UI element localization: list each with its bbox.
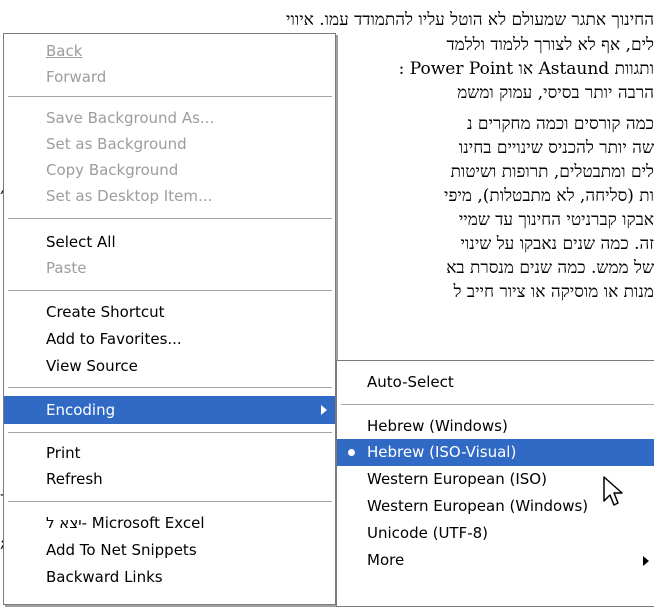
menu-label: Print xyxy=(46,444,81,462)
menu-item-copy-background[interactable]: Copy Background xyxy=(4,156,335,184)
submenu-item-auto-select[interactable]: Auto-Select xyxy=(337,369,654,396)
menu-label: Back xyxy=(46,42,83,60)
mouse-pointer-icon xyxy=(603,476,623,506)
menu-item-encoding[interactable]: Encoding xyxy=(4,396,335,424)
menu-label: Forward xyxy=(46,68,107,86)
menu-label: Set as Background xyxy=(46,135,187,153)
menu-separator xyxy=(8,96,332,97)
menu-label: Add To Net Snippets xyxy=(46,541,197,559)
menu-item-add-to-net-snippets[interactable]: Add To Net Snippets xyxy=(4,536,335,564)
menu-label: Backward Links xyxy=(46,568,163,586)
page-text-line: לים ומתבטלים, תרופות ושיטות xyxy=(450,162,654,182)
selected-bullet-icon xyxy=(348,449,355,456)
menu-separator xyxy=(8,290,332,291)
submenu-item-hebrew-windows[interactable]: Hebrew (Windows) xyxy=(337,413,654,440)
menu-label: Select All xyxy=(46,233,116,251)
context-menu: Back Forward Save Background As... Set a… xyxy=(3,33,336,605)
submenu-label: Western European (ISO) xyxy=(367,470,547,488)
menu-label: Create Shortcut xyxy=(46,303,165,321)
submenu-label: Hebrew (ISO-Visual) xyxy=(367,443,517,461)
menu-item-set-desktop-item[interactable]: Set as Desktop Item... xyxy=(4,182,335,210)
page-text-line: ותגוות Astaund או Power Point : xyxy=(398,59,654,79)
menu-label: Copy Background xyxy=(46,161,179,179)
page-text-line: אבקו קברניטי החינוך עד שמיי xyxy=(458,210,654,230)
menu-item-print[interactable]: Print xyxy=(4,439,335,467)
page-text-line: ות (סליחה, לא מתבטלות), מיפי xyxy=(444,186,654,206)
menu-label: Save Background As... xyxy=(46,109,215,127)
menu-separator xyxy=(8,501,332,502)
menu-item-set-background[interactable]: Set as Background xyxy=(4,130,335,158)
submenu-label: Western European (Windows) xyxy=(367,497,589,515)
submenu-label: Hebrew (Windows) xyxy=(367,417,508,435)
menu-label: Refresh xyxy=(46,470,103,488)
menu-label: Encoding xyxy=(46,401,116,419)
page-text-line: מנות או מוסיקה או ציור חייב ל xyxy=(453,282,654,302)
page-text-line: כמה קורסים וכמה מחקרים נ xyxy=(466,114,654,134)
submenu-label: Auto-Select xyxy=(367,373,454,391)
page-text-line: לים, אף לא לצורך ללמוד וללמד xyxy=(446,35,654,55)
menu-separator xyxy=(8,218,332,219)
page-text-line: שה יותר להכניס שינויים בחינו xyxy=(458,138,654,158)
menu-item-export-excel[interactable]: יצא ל- Microsoft Excel xyxy=(4,509,335,537)
menu-label: Set as Desktop Item... xyxy=(46,187,213,205)
menu-item-refresh[interactable]: Refresh xyxy=(4,465,335,493)
menu-label: Paste xyxy=(46,259,87,277)
menu-label: יצא ל- Microsoft Excel xyxy=(46,514,205,532)
menu-item-forward[interactable]: Forward xyxy=(4,63,335,91)
submenu-arrow-icon xyxy=(643,556,649,566)
page-text-line: זה. כמה שנים נאבקו על שינוי xyxy=(460,234,654,254)
submenu-item-more[interactable]: More xyxy=(337,547,654,574)
menu-item-select-all[interactable]: Select All xyxy=(4,228,335,256)
menu-item-back[interactable]: Back xyxy=(4,37,335,65)
page-text-line: החינוך אתגר שמעולם לא הוטל עליו להתמודד … xyxy=(286,10,654,30)
menu-separator xyxy=(8,387,332,388)
menu-label: View Source xyxy=(46,357,138,375)
submenu-arrow-icon xyxy=(321,405,327,415)
menu-item-view-source[interactable]: View Source xyxy=(4,352,335,380)
submenu-label: Unicode (UTF-8) xyxy=(367,524,489,542)
menu-separator xyxy=(8,432,332,433)
menu-item-backward-links[interactable]: Backward Links xyxy=(4,563,335,591)
submenu-item-hebrew-iso-visual[interactable]: Hebrew (ISO-Visual) xyxy=(337,439,654,466)
submenu-separator xyxy=(341,404,654,405)
submenu-item-unicode-utf8[interactable]: Unicode (UTF-8) xyxy=(337,520,654,547)
menu-item-save-background[interactable]: Save Background As... xyxy=(4,104,335,132)
menu-item-create-shortcut[interactable]: Create Shortcut xyxy=(4,298,335,326)
submenu-label: More xyxy=(367,551,405,569)
menu-item-add-to-favorites[interactable]: Add to Favorites... xyxy=(4,325,335,353)
page-text-line: הרבה יותר בסיסי, עמוק ומשמ xyxy=(457,83,654,103)
menu-label: Add to Favorites... xyxy=(46,330,182,348)
menu-item-paste[interactable]: Paste xyxy=(4,254,335,282)
page-text-line: של ממש. כמה שנים מנסרת בא xyxy=(446,258,654,278)
